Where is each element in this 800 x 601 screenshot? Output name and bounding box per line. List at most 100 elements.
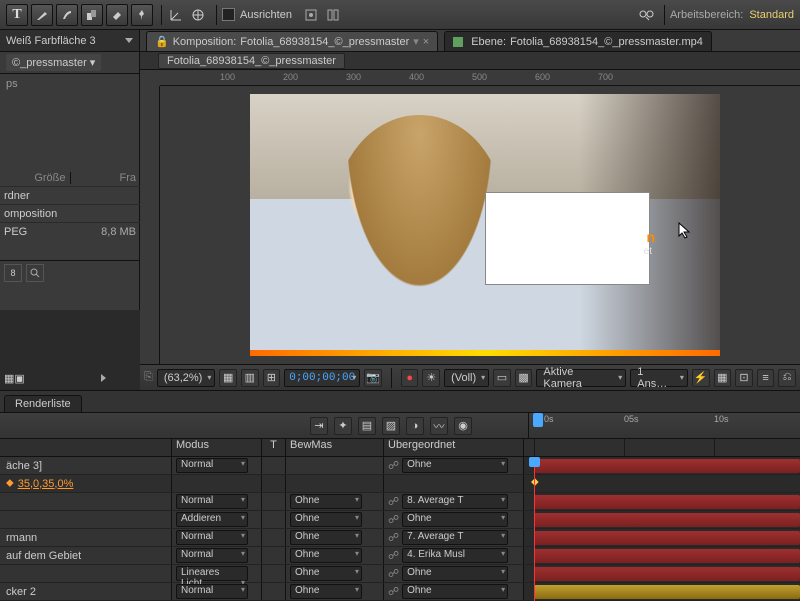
- draft3d-icon[interactable]: ✦: [334, 417, 352, 435]
- bew-dropdown[interactable]: Ohne: [290, 548, 362, 563]
- track-cell[interactable]: ⬥: [524, 475, 800, 492]
- bit-depth-icon[interactable]: 8: [4, 264, 22, 282]
- mode-dropdown[interactable]: Addieren: [176, 512, 248, 527]
- playhead[interactable]: [534, 457, 535, 601]
- timeline-layer-row[interactable]: rmannNormalOhne☍7. Average T: [0, 529, 800, 547]
- track-cell[interactable]: [524, 529, 800, 546]
- pickwhip-icon[interactable]: ☍: [388, 459, 399, 472]
- parent-dropdown[interactable]: 8. Average T: [402, 494, 508, 509]
- col-t-header[interactable]: T: [262, 439, 286, 456]
- track-cell[interactable]: [524, 547, 800, 564]
- parent-dropdown[interactable]: 7. Average T: [402, 530, 508, 545]
- timeline-layer-row[interactable]: ⬥35,0,35,0%⬥: [0, 475, 800, 493]
- view-options-2-icon[interactable]: ⊡: [735, 369, 753, 387]
- frameblend-icon[interactable]: ▤: [358, 417, 376, 435]
- resolution-dropdown[interactable]: (Voll): [444, 369, 489, 387]
- col-fr-header[interactable]: Fra: [71, 172, 141, 184]
- track-cell[interactable]: [524, 457, 800, 474]
- timeline-layer-row[interactable]: NormalOhne☍8. Average T: [0, 493, 800, 511]
- search-project-icon[interactable]: [26, 264, 44, 282]
- roi-icon[interactable]: ▭: [493, 369, 511, 387]
- renderlist-tab[interactable]: Renderliste: [4, 395, 82, 412]
- expand-icon[interactable]: [101, 374, 110, 382]
- pin-tool-icon[interactable]: [131, 4, 153, 26]
- layer-bar[interactable]: [534, 495, 800, 509]
- shy-icon[interactable]: ⇥: [310, 417, 328, 435]
- comp-tab-active[interactable]: 🔒 Komposition: Fotolia_68938154_©_pressm…: [146, 31, 438, 51]
- pickwhip-icon[interactable]: ☍: [388, 495, 399, 508]
- layer-bar[interactable]: [534, 549, 800, 563]
- text-tool-icon[interactable]: T: [6, 4, 28, 26]
- new-comp-icon[interactable]: ▣: [14, 372, 24, 385]
- track-cell[interactable]: [524, 493, 800, 510]
- white-overlay[interactable]: [485, 192, 650, 285]
- parent-dropdown[interactable]: Ohne: [402, 512, 508, 527]
- views-dropdown[interactable]: 1 Ans…: [630, 369, 688, 387]
- mode-dropdown[interactable]: Normal: [176, 458, 248, 473]
- layer-bar[interactable]: [534, 567, 800, 581]
- layer-bar[interactable]: [534, 531, 800, 545]
- bew-dropdown[interactable]: Ohne: [290, 512, 362, 527]
- eraser-tool-icon[interactable]: [106, 4, 128, 26]
- bew-dropdown[interactable]: Ohne: [290, 530, 362, 545]
- comp-canvas[interactable]: n et: [160, 86, 800, 364]
- brush-tool-icon[interactable]: [56, 4, 78, 26]
- camera-dropdown[interactable]: Aktive Kamera: [536, 369, 626, 387]
- mode-dropdown[interactable]: Normal: [176, 548, 248, 563]
- pickwhip-icon[interactable]: ☍: [388, 549, 399, 562]
- timeline-layer-row[interactable]: auf dem GebietNormalOhne☍4. Erika Musl: [0, 547, 800, 565]
- pickwhip-icon[interactable]: ☍: [388, 513, 399, 526]
- close-tab-icon[interactable]: ×: [423, 36, 429, 48]
- snap-checkbox[interactable]: [222, 8, 235, 21]
- parent-dropdown[interactable]: Ohne: [402, 584, 508, 599]
- mode-dropdown[interactable]: Lineares Licht: [176, 566, 248, 581]
- resolution-icon[interactable]: ▦: [219, 369, 237, 387]
- col-size-header[interactable]: Größe: [0, 172, 71, 184]
- layer-bar[interactable]: [534, 513, 800, 527]
- transparency-grid-icon[interactable]: ▩: [515, 369, 533, 387]
- brainstorm-icon[interactable]: ◑: [406, 417, 424, 435]
- autokey-icon[interactable]: ◉: [454, 417, 472, 435]
- channel-icon[interactable]: ●: [401, 369, 419, 387]
- flowchart-icon[interactable]: ⎌: [778, 369, 796, 387]
- track-cell[interactable]: [524, 583, 800, 600]
- timeline-layer-row[interactable]: äche 3]Normal☍Ohne: [0, 457, 800, 475]
- timeline-icon[interactable]: ≡: [757, 369, 775, 387]
- timeline-layer-row[interactable]: AddierenOhne☍Ohne: [0, 511, 800, 529]
- layer-bar[interactable]: [534, 585, 800, 599]
- col-bew-header[interactable]: BewMas: [286, 439, 384, 456]
- layer-bar[interactable]: [534, 459, 800, 473]
- panel-tab[interactable]: Weiß Farbfläche 3: [0, 30, 139, 52]
- mode-dropdown[interactable]: Normal: [176, 584, 248, 599]
- pen-tool-icon[interactable]: [31, 4, 53, 26]
- grid-icon[interactable]: ▥: [241, 369, 259, 387]
- pickwhip-icon[interactable]: ☍: [388, 567, 399, 580]
- workspace-value[interactable]: Standard: [749, 9, 794, 21]
- view-options-1-icon[interactable]: ▦: [714, 369, 732, 387]
- guides-icon[interactable]: ⊞: [263, 369, 281, 387]
- track-cell[interactable]: [524, 565, 800, 582]
- project-dropdown[interactable]: ©_pressmaster ▾: [6, 54, 101, 71]
- time-ruler[interactable]: 0s 05s 10s: [529, 413, 800, 431]
- fast-preview-icon[interactable]: ⚡: [692, 369, 710, 387]
- clone-tool-icon[interactable]: [81, 4, 103, 26]
- timeline-layer-row[interactable]: Lineares LichtOhne☍Ohne: [0, 565, 800, 583]
- timecode-display[interactable]: 0;00;00;00: [284, 369, 360, 387]
- snap-edges-icon[interactable]: [324, 6, 342, 24]
- mode-dropdown[interactable]: Normal: [176, 530, 248, 545]
- world-axis-icon[interactable]: [189, 6, 207, 24]
- parent-dropdown[interactable]: Ohne: [402, 458, 508, 473]
- col-mode-header[interactable]: Modus: [172, 439, 262, 456]
- snapshot-icon[interactable]: 📷: [364, 369, 382, 387]
- parent-dropdown[interactable]: 4. Erika Musl: [402, 548, 508, 563]
- file-row[interactable]: rdner: [0, 186, 140, 204]
- search-icon[interactable]: [637, 6, 655, 24]
- file-row[interactable]: omposition: [0, 204, 140, 222]
- file-row[interactable]: PEG8,8 MB: [0, 222, 140, 240]
- pickwhip-icon[interactable]: ☍: [388, 585, 399, 598]
- crumb-item[interactable]: Fotolia_68938154_©_pressmaster: [158, 53, 345, 69]
- col-parent-header[interactable]: Übergeordnet: [384, 439, 524, 456]
- layer-tab[interactable]: Ebene: Fotolia_68938154_©_pressmaster.mp…: [444, 31, 712, 51]
- keyframe-icon[interactable]: ⬥: [6, 477, 14, 490]
- zoom-dropdown[interactable]: (63,2%): [157, 369, 216, 387]
